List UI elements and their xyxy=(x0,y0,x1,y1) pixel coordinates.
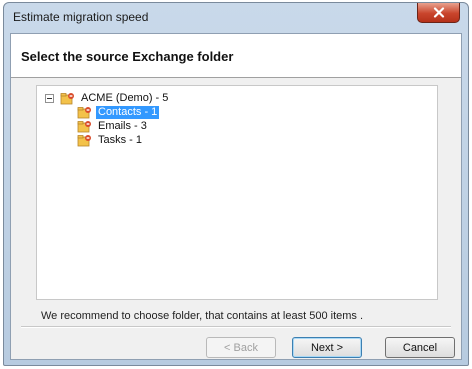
exchange-folder-icon xyxy=(77,106,91,118)
hint-text: We recommend to choose folder, that cont… xyxy=(41,310,364,322)
wizard-header: Select the source Exchange folder xyxy=(11,34,461,78)
back-button[interactable]: < Back xyxy=(206,337,276,358)
exchange-folder-icon xyxy=(77,120,91,132)
window-title: Estimate migration speed xyxy=(13,10,149,24)
dialog-client-area: Select the source Exchange folder ACME (… xyxy=(10,33,462,360)
exchange-folder-icon xyxy=(77,134,91,146)
tree-root-label: ACME (Demo) - 5 xyxy=(81,91,169,104)
dialog-window: Estimate migration speed Select the sour… xyxy=(3,2,469,366)
close-button[interactable] xyxy=(417,3,460,23)
close-icon xyxy=(433,7,444,18)
tree-root-node[interactable]: ACME (Demo) - 5 xyxy=(45,91,170,105)
folder-tree[interactable]: ACME (Demo) - 5 Contacts - 1 Emails - 3 … xyxy=(36,85,438,300)
title-bar[interactable]: Estimate migration speed xyxy=(4,3,468,33)
collapse-minus-icon[interactable] xyxy=(45,93,54,103)
page-title: Select the source Exchange folder xyxy=(21,49,234,64)
tree-item-label: Tasks - 1 xyxy=(98,133,143,146)
cancel-button[interactable]: Cancel xyxy=(385,337,455,358)
exchange-folder-icon xyxy=(60,92,74,104)
tree-item-contacts[interactable]: Contacts - 1 xyxy=(77,105,160,119)
tree-item-tasks[interactable]: Tasks - 1 xyxy=(77,133,144,147)
next-button[interactable]: Next > xyxy=(292,337,362,358)
tree-item-label: Emails - 3 xyxy=(98,119,147,132)
tree-item-emails[interactable]: Emails - 3 xyxy=(77,119,149,133)
button-separator xyxy=(21,326,451,328)
tree-item-label: Contacts - 1 xyxy=(96,105,160,119)
